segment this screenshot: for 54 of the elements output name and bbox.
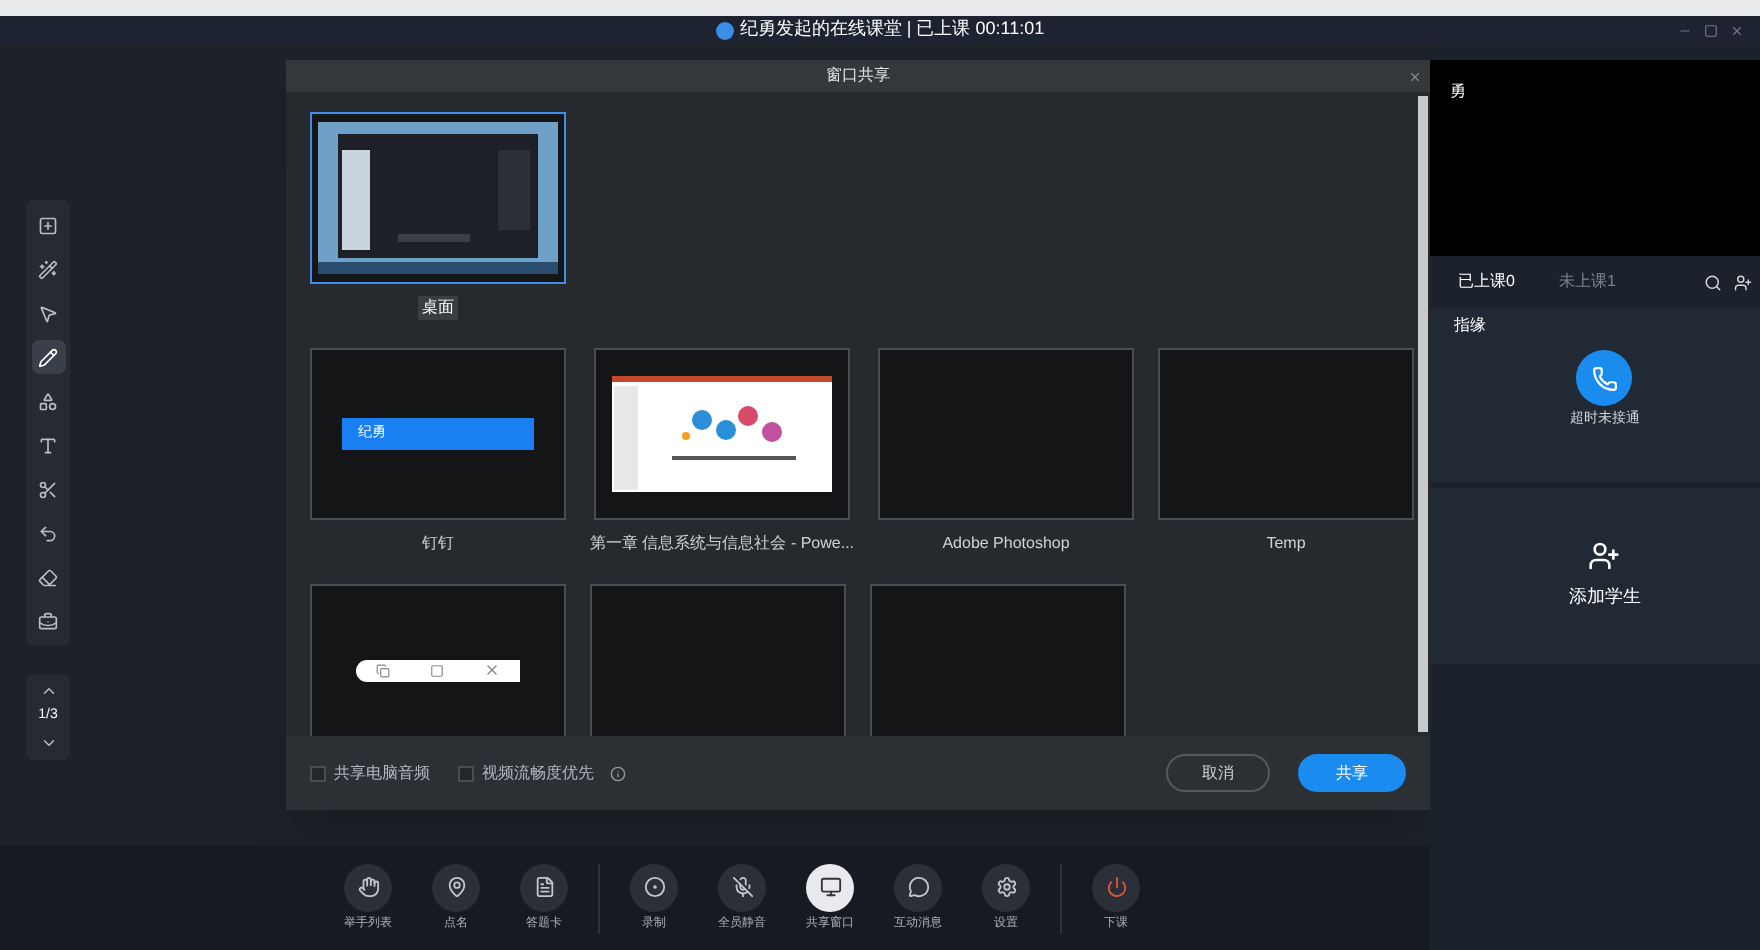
pin-icon bbox=[445, 876, 467, 898]
option-checkbox[interactable]: 视频流畅度优先 bbox=[458, 761, 594, 785]
cancel-button[interactable]: 取消 bbox=[1166, 754, 1270, 792]
shapes-icon bbox=[38, 391, 58, 411]
settings-icon bbox=[995, 876, 1017, 898]
window-thumbnail[interactable] bbox=[878, 348, 1135, 520]
document-icon bbox=[533, 876, 555, 898]
window-name: Adobe Photoshop bbox=[942, 532, 1070, 556]
window-name: 钉钉 bbox=[422, 532, 454, 556]
add-user-icon bbox=[1588, 540, 1621, 573]
info-icon[interactable] bbox=[610, 765, 626, 781]
dialog-title: 窗口共享 bbox=[826, 64, 890, 88]
toolbox-icon bbox=[38, 611, 58, 631]
phone-icon[interactable] bbox=[1576, 350, 1633, 406]
undo-icon bbox=[38, 523, 58, 543]
window-name: Temp bbox=[1266, 532, 1306, 556]
window-thumbnail[interactable] bbox=[590, 584, 846, 736]
text-icon bbox=[38, 435, 58, 455]
section-label: 指缘 bbox=[1454, 314, 1488, 338]
pencil-icon bbox=[38, 347, 58, 367]
window-thumbnail[interactable] bbox=[1158, 348, 1415, 520]
window-thumbnail[interactable] bbox=[594, 348, 850, 520]
window-thumbnail[interactable] bbox=[870, 584, 1126, 736]
scrollbar[interactable] bbox=[1418, 96, 1428, 732]
close-icon[interactable] bbox=[1730, 23, 1744, 37]
add-student-button[interactable]: 添加学生 bbox=[1430, 488, 1760, 664]
video-label: 勇 bbox=[1450, 82, 1466, 100]
hand-icon bbox=[357, 876, 379, 898]
laser-pointer-icon bbox=[38, 259, 58, 279]
record-icon bbox=[643, 876, 665, 898]
maximize-icon[interactable] bbox=[1704, 23, 1718, 37]
previous-page-icon[interactable] bbox=[39, 682, 57, 700]
power-icon bbox=[1105, 876, 1127, 898]
scissors-icon bbox=[38, 479, 58, 499]
add-page-icon bbox=[38, 215, 58, 235]
window-name: 第一章 信息系统与信息社会 - Powe... bbox=[590, 532, 855, 556]
add-user-icon[interactable] bbox=[1733, 273, 1752, 291]
search-icon[interactable] bbox=[1703, 273, 1722, 291]
student-tab[interactable]: 未上课1 bbox=[1558, 270, 1616, 294]
window-name: 桌面 bbox=[418, 296, 458, 320]
app-logo-icon bbox=[715, 21, 734, 39]
close-icon[interactable] bbox=[1408, 69, 1422, 83]
pointer-icon bbox=[38, 303, 58, 323]
pencil-tool[interactable] bbox=[31, 340, 65, 374]
mic-off-icon bbox=[731, 876, 753, 898]
option-checkbox[interactable]: 共享电脑音频 bbox=[310, 761, 430, 785]
chat-icon bbox=[907, 876, 929, 898]
monitor-icon bbox=[819, 876, 841, 898]
close-icon bbox=[484, 662, 500, 678]
maximize-icon bbox=[430, 663, 444, 677]
window-title: 纪勇发起的在线课堂 | 已上课 00:11:01 bbox=[739, 16, 1045, 43]
restore-icon bbox=[376, 663, 390, 677]
student-tab[interactable]: 已上课0 bbox=[1458, 270, 1515, 294]
eraser-icon bbox=[38, 567, 58, 587]
